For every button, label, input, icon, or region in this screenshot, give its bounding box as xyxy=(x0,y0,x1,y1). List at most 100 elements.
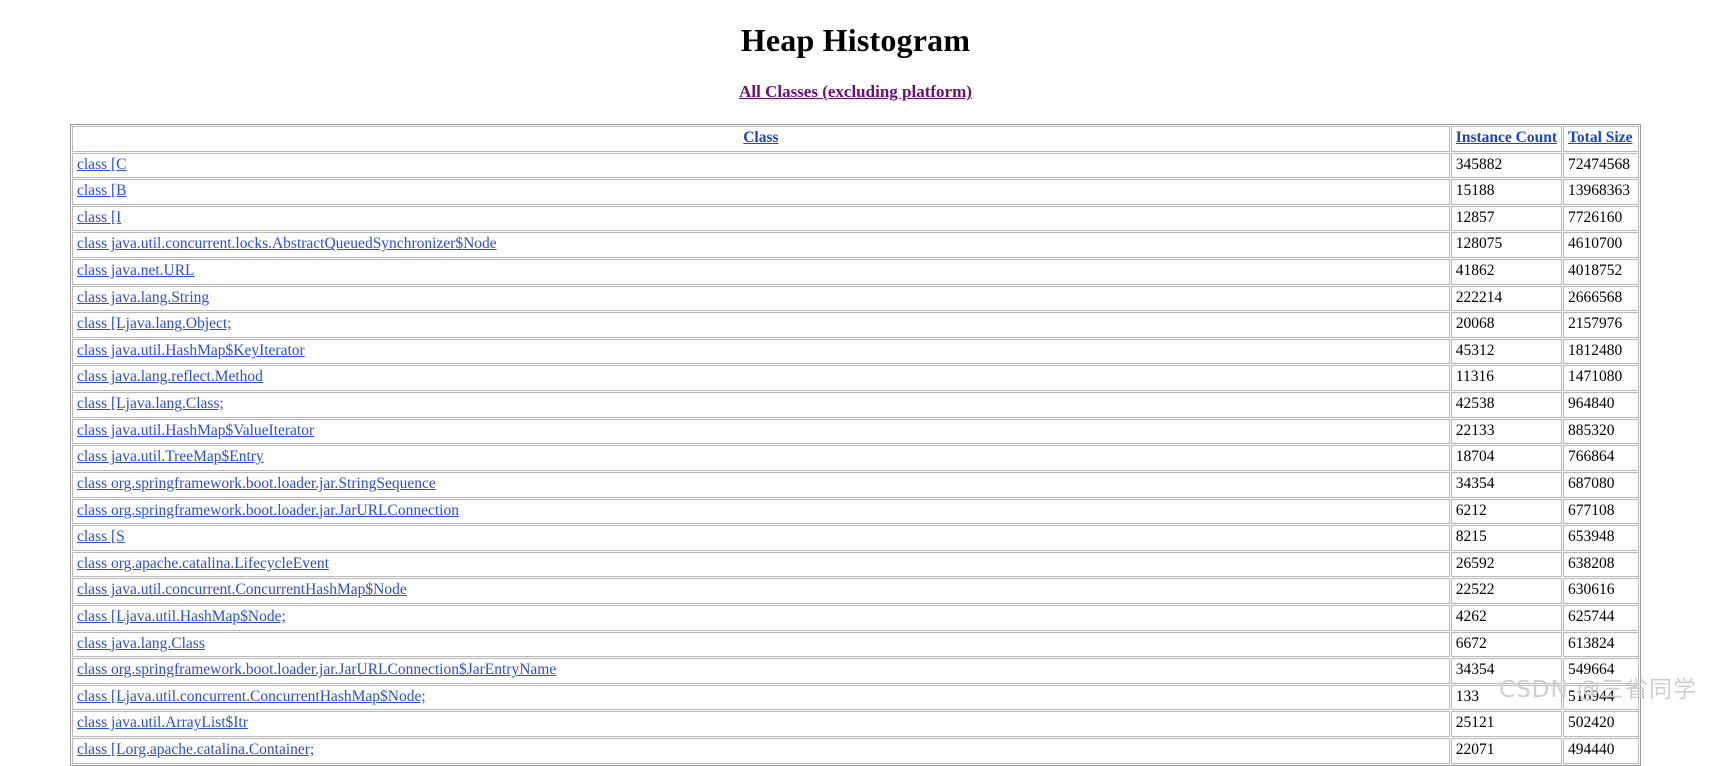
table-row: class [B 15188 13968363 xyxy=(72,179,1639,205)
class-detail-link[interactable]: class org.springframework.boot.loader.ja… xyxy=(77,661,556,678)
cell-class-name: class org.springframework.boot.loader.ja… xyxy=(72,471,1450,498)
table-row: class [Ljava.util.HashMap$Node; 4262 62574… xyxy=(72,604,1639,631)
class-detail-link[interactable]: class [Ljava.lang.Object; xyxy=(77,315,232,332)
table-row: class [Ljava.lang.Class; 42538 964840 xyxy=(72,392,1639,418)
cell-total-size: 653948 xyxy=(1563,525,1639,551)
cell-class-name: class [Ljava.lang.Class; xyxy=(72,392,1450,418)
cell-total-size: 638208 xyxy=(1563,551,1639,578)
table-row: class org.springframework.boot.loader.ja… xyxy=(72,498,1639,525)
cell-total-size: 1471080 xyxy=(1563,365,1639,392)
class-detail-link[interactable]: class [S xyxy=(77,528,125,545)
cell-class-name: class java.util.TreeMap$Entry xyxy=(72,445,1450,471)
cell-total-size: 885320 xyxy=(1563,418,1639,445)
class-detail-link[interactable]: class [Ljava.util.HashMap$Node; xyxy=(77,608,286,625)
cell-class-name: class org.springframework.boot.loader.ja… xyxy=(72,658,1450,684)
table-row: class java.util.HashMap$KeyIterator 45312… xyxy=(72,338,1639,365)
class-detail-link[interactable]: class [Ljava.lang.Class; xyxy=(77,395,224,412)
class-detail-link[interactable]: class [C xyxy=(77,156,127,173)
sort-by-class-link[interactable]: Class xyxy=(743,129,778,146)
column-header-class: Class xyxy=(72,126,1450,152)
class-detail-link[interactable]: class [Ljava.util.concurrent.ConcurrentH… xyxy=(77,688,426,705)
cell-instance-count: 26592 xyxy=(1450,551,1562,578)
class-detail-link[interactable]: class java.lang.Class xyxy=(77,635,205,652)
class-detail-link[interactable]: class [B xyxy=(77,182,127,199)
cell-instance-count: 8215 xyxy=(1450,525,1562,551)
cell-instance-count: 22071 xyxy=(1450,738,1562,764)
cell-class-name: class org.apache.catalina.LifecycleEvent xyxy=(72,551,1450,578)
cell-instance-count: 34354 xyxy=(1450,658,1562,684)
cell-total-size: 613824 xyxy=(1563,631,1639,658)
sort-by-instance-count-link[interactable]: Instance Count xyxy=(1456,129,1557,146)
cell-class-name: class java.util.ArrayList$Itr xyxy=(72,711,1450,738)
table-header-row: Class Instance Count Total Size xyxy=(72,126,1639,152)
class-detail-link[interactable]: class java.net.URL xyxy=(77,262,195,279)
top-links: All Classes (excluding platform) xyxy=(0,82,1711,102)
class-detail-link[interactable]: class [Lorg.apache.catalina.Container; xyxy=(77,741,314,758)
cell-total-size: 766864 xyxy=(1563,445,1639,471)
cell-class-name: class [Lorg.apache.catalina.Container; xyxy=(72,738,1450,764)
table-body: class [C 345882 72474568 class [B 15188 13968… xyxy=(72,152,1639,764)
table-row: class [I 12857 7726160 xyxy=(72,205,1639,232)
class-detail-link[interactable]: class [I xyxy=(77,209,121,226)
column-header-instance-count: Instance Count xyxy=(1450,126,1562,152)
cell-total-size: 502420 xyxy=(1563,711,1639,738)
class-detail-link[interactable]: class java.util.concurrent.locks.Abstrac… xyxy=(77,235,497,252)
table-row: class java.util.TreeMap$Entry 18704 766864 xyxy=(72,445,1639,471)
table-row: class java.net.URL 41862 4018752 xyxy=(72,259,1639,285)
table-row: class [C 345882 72474568 xyxy=(72,152,1639,179)
all-classes-excluding-platform-link[interactable]: All Classes (excluding platform) xyxy=(739,82,972,101)
cell-class-name: class [C xyxy=(72,152,1450,179)
cell-class-name: class [Ljava.lang.Object; xyxy=(72,312,1450,338)
cell-instance-count: 42538 xyxy=(1450,392,1562,418)
cell-class-name: class org.springframework.boot.loader.ja… xyxy=(72,498,1450,525)
table-row: class java.lang.String 222214 2666568 xyxy=(72,285,1639,312)
table-row: class [Ljava.lang.Object; 20068 2157976 xyxy=(72,312,1639,338)
cell-instance-count: 6672 xyxy=(1450,631,1562,658)
class-detail-link[interactable]: class org.springframework.boot.loader.ja… xyxy=(77,502,459,519)
cell-instance-count: 22522 xyxy=(1450,578,1562,604)
cell-total-size: 630616 xyxy=(1563,578,1639,604)
cell-class-name: class java.util.HashMap$ValueIterator xyxy=(72,418,1450,445)
class-detail-link[interactable]: class java.util.ArrayList$Itr xyxy=(77,714,248,731)
cell-class-name: class java.util.HashMap$KeyIterator xyxy=(72,338,1450,365)
cell-class-name: class java.net.URL xyxy=(72,259,1450,285)
cell-total-size: 677108 xyxy=(1563,498,1639,525)
cell-instance-count: 15188 xyxy=(1450,179,1562,205)
cell-total-size: 4610700 xyxy=(1563,232,1639,259)
cell-total-size: 7726160 xyxy=(1563,205,1639,232)
cell-instance-count: 20068 xyxy=(1450,312,1562,338)
cell-instance-count: 11316 xyxy=(1450,365,1562,392)
cell-instance-count: 34354 xyxy=(1450,471,1562,498)
class-detail-link[interactable]: class java.util.concurrent.ConcurrentHas… xyxy=(77,581,407,598)
table-row: class java.lang.Class 6672 613824 xyxy=(72,631,1639,658)
table-row: class java.lang.reflect.Method 11316 14710… xyxy=(72,365,1639,392)
table-row: class java.util.concurrent.ConcurrentHas… xyxy=(72,578,1639,604)
class-detail-link[interactable]: class org.apache.catalina.LifecycleEvent xyxy=(77,555,329,572)
cell-total-size: 687080 xyxy=(1563,471,1639,498)
cell-total-size: 72474568 xyxy=(1563,152,1639,179)
cell-class-name: class java.util.concurrent.ConcurrentHas… xyxy=(72,578,1450,604)
cell-instance-count: 12857 xyxy=(1450,205,1562,232)
class-detail-link[interactable]: class java.util.HashMap$ValueIterator xyxy=(77,422,314,439)
sort-by-total-size-link[interactable]: Total Size xyxy=(1568,129,1632,146)
cell-class-name: class java.lang.String xyxy=(72,285,1450,312)
table-row: class org.springframework.boot.loader.ja… xyxy=(72,471,1639,498)
cell-instance-count: 22133 xyxy=(1450,418,1562,445)
class-detail-link[interactable]: class org.springframework.boot.loader.ja… xyxy=(77,475,436,492)
cell-total-size: 549664 xyxy=(1563,658,1639,684)
class-detail-link[interactable]: class java.lang.reflect.Method xyxy=(77,368,263,385)
class-detail-link[interactable]: class java.lang.String xyxy=(77,289,209,306)
cell-class-name: class [B xyxy=(72,179,1450,205)
table-row: class [Lorg.apache.catalina.Container; 22… xyxy=(72,738,1639,764)
cell-total-size: 2157976 xyxy=(1563,312,1639,338)
table-row: class java.util.concurrent.locks.Abstrac… xyxy=(72,232,1639,259)
table-row: class [S 8215 653948 xyxy=(72,525,1639,551)
cell-total-size: 516944 xyxy=(1563,684,1639,711)
class-detail-link[interactable]: class java.util.HashMap$KeyIterator xyxy=(77,342,305,359)
class-detail-link[interactable]: class java.util.TreeMap$Entry xyxy=(77,448,264,465)
cell-total-size: 1812480 xyxy=(1563,338,1639,365)
histogram-table-container: Class Instance Count Total Size class [C… xyxy=(70,124,1641,766)
cell-instance-count: 128075 xyxy=(1450,232,1562,259)
cell-class-name: class [I xyxy=(72,205,1450,232)
cell-total-size: 4018752 xyxy=(1563,259,1639,285)
